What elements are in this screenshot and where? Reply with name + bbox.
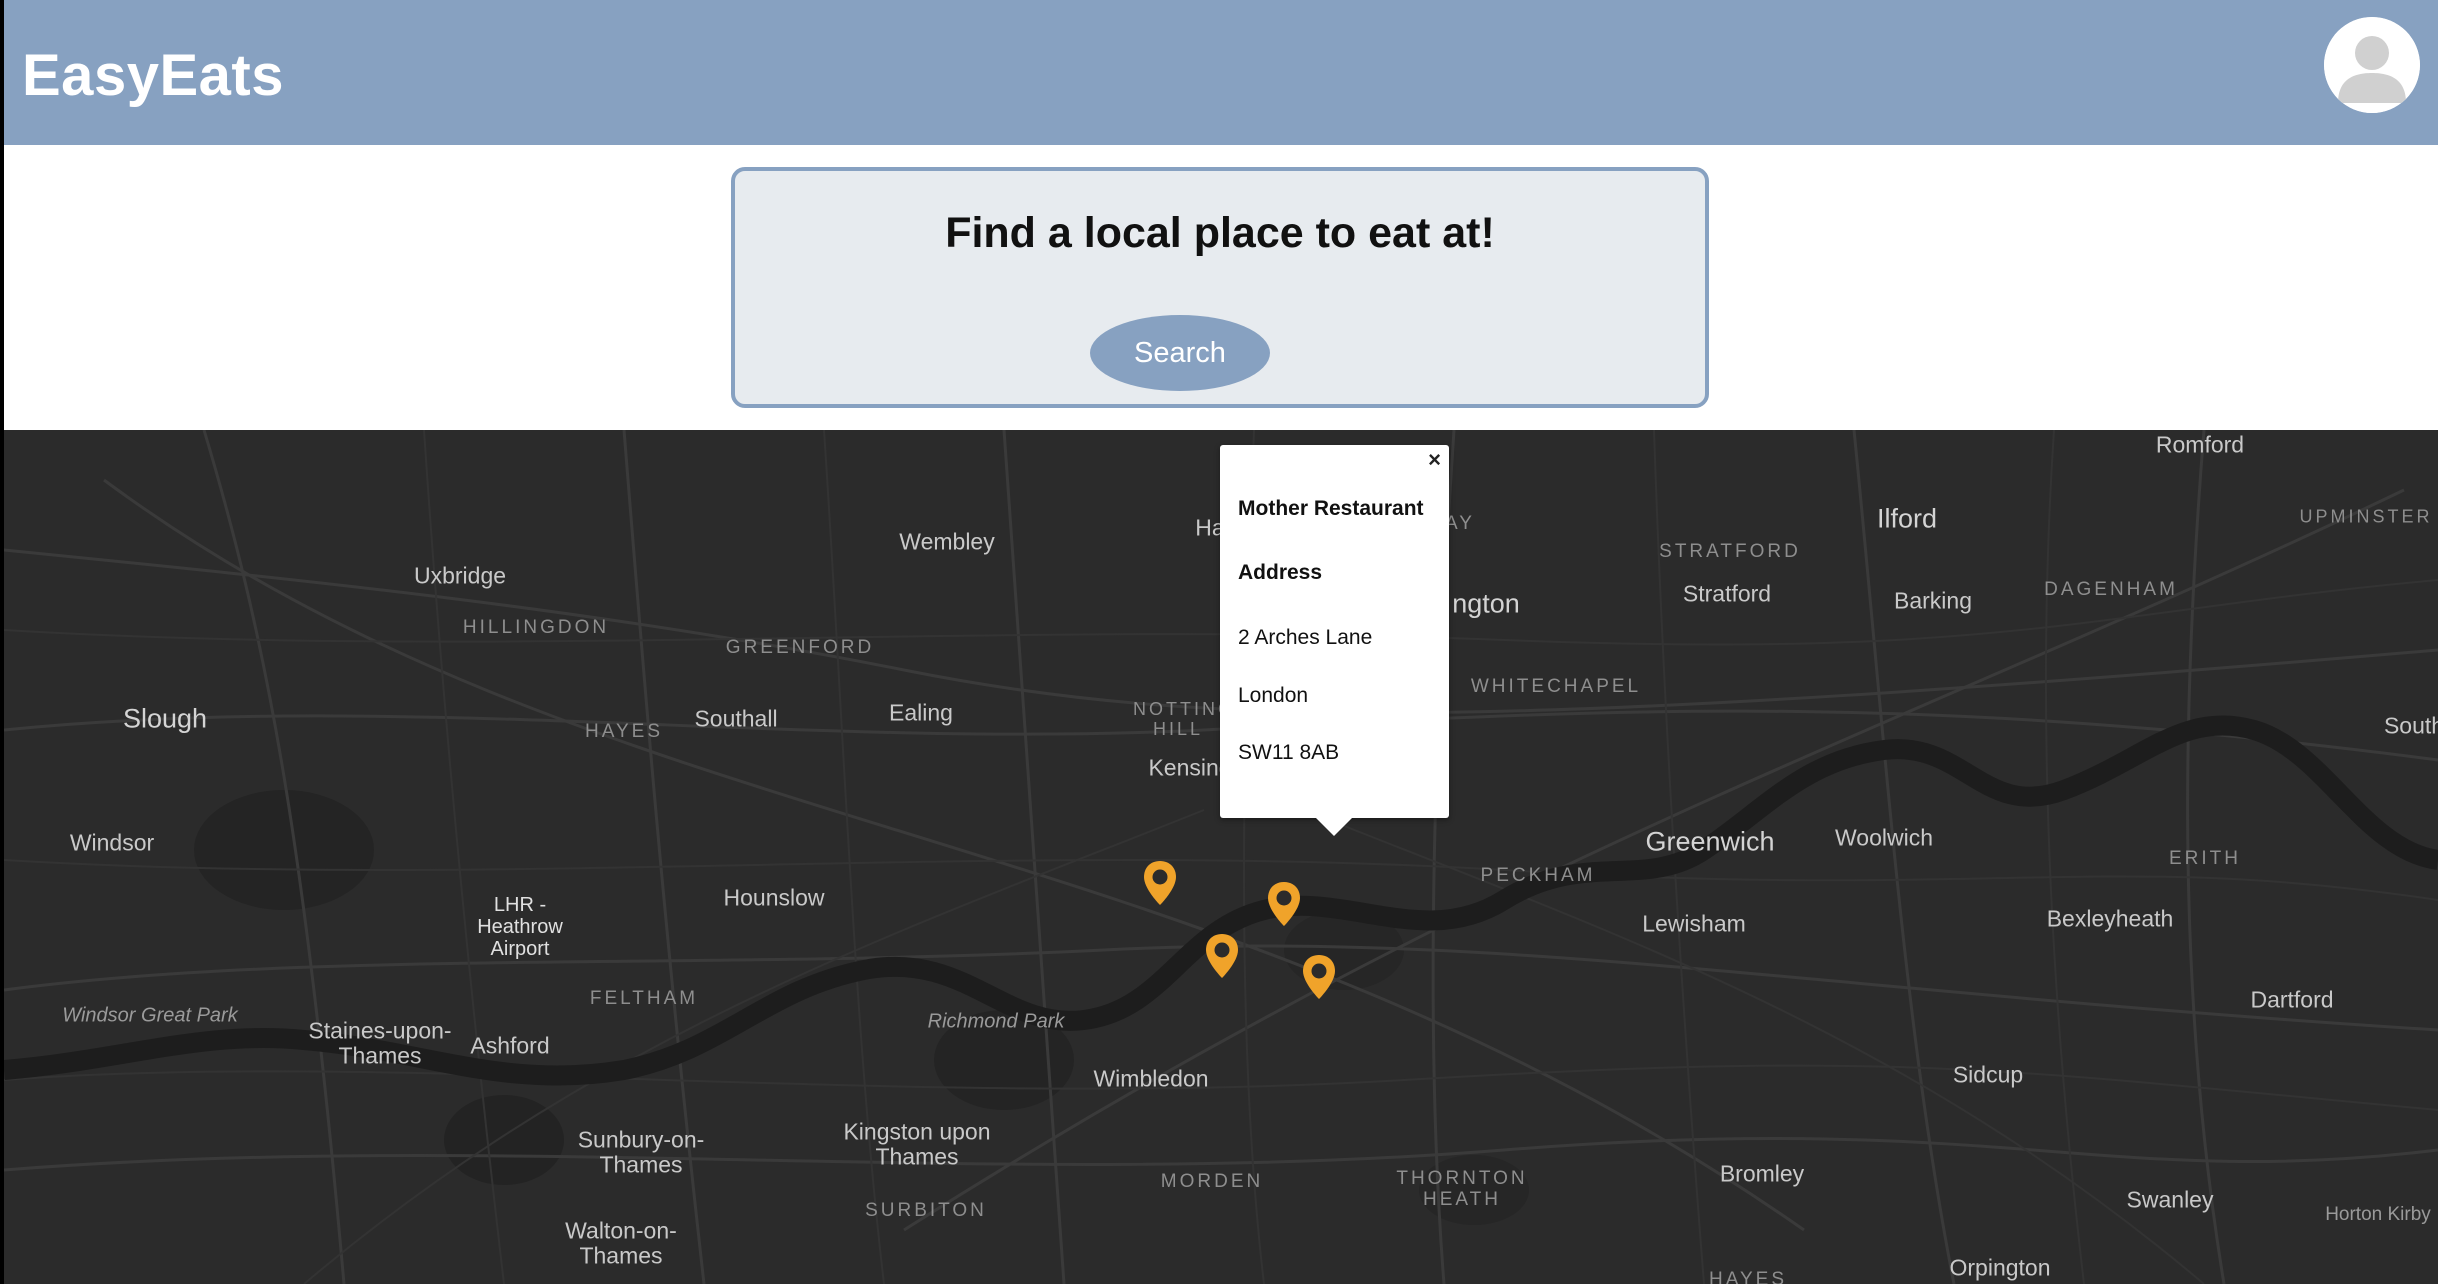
map-label-romford: Romford	[2155, 431, 2245, 458]
map-label-stratford: Stratford	[1682, 580, 1772, 607]
map-label-walton: Walton-on-Thames	[565, 1217, 677, 1269]
map-label-upminster: UPMINSTER	[2299, 506, 2433, 527]
popup-postcode: SW11 8AB	[1238, 741, 1340, 764]
map-label-notting-hill: NOTTING HILL	[1133, 699, 1235, 739]
map-label-barking: Barking	[1894, 587, 1972, 614]
location-pin-icon[interactable]	[1300, 953, 1338, 1003]
map-label-hillingdon: HILLINGDON	[462, 617, 610, 638]
map-label-ashford: Ashford	[470, 1032, 550, 1059]
search-button[interactable]: Search	[1090, 315, 1270, 391]
map-label-surbiton: SURBITON	[865, 1200, 987, 1221]
map-label-staines: Staines-upon-Thames	[308, 1017, 452, 1069]
location-pin-icon[interactable]	[1265, 880, 1303, 930]
map-label-erith: ERITH	[2169, 848, 2241, 869]
map-label-swanley: Swanley	[2126, 1186, 2214, 1213]
restaurant-popup: × Mother Restaurant Address 2 Arches Lan…	[1220, 445, 1449, 836]
map-label-south: South	[2383, 712, 2438, 739]
map-label-sidcup: Sidcup	[1952, 1061, 2024, 1088]
map-label-woolwich: Woolwich	[1835, 824, 1933, 851]
popup-address-heading: Address	[1238, 561, 1323, 584]
map-label-kingston: Kingston upon Thames	[843, 1118, 991, 1170]
map-label-greenford: GREENFORD	[725, 637, 875, 658]
map-label-peckham: PECKHAM	[1480, 865, 1596, 886]
map-label-thornton-heath: THORNTON HEATH	[1396, 1168, 1528, 1210]
map-label-feltham: FELTHAM	[589, 988, 699, 1009]
search-title: Find a local place to eat at!	[945, 209, 1495, 257]
map-label-greenwich: Greenwich	[1645, 826, 1775, 857]
map-label-wembley: Wembley	[899, 528, 995, 555]
location-pin-icon[interactable]	[1141, 859, 1179, 909]
map-label-stratford-district: STRATFORD	[1659, 541, 1801, 562]
map-label-horton-kirby: Horton Kirby	[2325, 1204, 2431, 1225]
popup-restaurant-name: Mother Restaurant	[1238, 497, 1424, 520]
popup-street: 2 Arches Lane	[1238, 626, 1373, 649]
map-label-dagenham: DAGENHAM	[2044, 579, 2178, 600]
map-label-bexleyheath: Bexleyheath	[2046, 905, 2174, 932]
user-avatar-icon[interactable]	[2324, 17, 2420, 113]
map-label-morden: MORDEN	[1160, 1171, 1264, 1192]
app-logo[interactable]: EasyEats	[22, 42, 284, 109]
search-panel: Find a local place to eat at! Search	[731, 167, 1709, 408]
map-label-bromley: Bromley	[1719, 1160, 1805, 1187]
map-label-slough: Slough	[122, 703, 208, 734]
map-label-lewisham: Lewisham	[1642, 910, 1746, 937]
map-label-ay-partial: AY	[1445, 513, 1475, 534]
app-header: EasyEats	[4, 0, 2438, 145]
map-label-uxbridge: Uxbridge	[413, 562, 507, 589]
map-label-dartford: Dartford	[2250, 986, 2334, 1013]
map-label-sunbury: Sunbury-on-Thames	[577, 1126, 705, 1178]
map-label-heathrow: LHR - Heathrow Airport	[477, 894, 563, 960]
map-label-islington-partial: ngton	[1452, 588, 1520, 619]
map-label-windsor-great-park: Windsor Great Park	[62, 1004, 238, 1027]
map-label-southall: Southall	[694, 705, 778, 732]
location-pin-icon[interactable]	[1203, 932, 1241, 982]
map-label-hayes: HAYES	[584, 721, 664, 742]
map-label-ilford: Ilford	[1876, 503, 1938, 534]
map-label-hayes-south: HAYES	[1708, 1269, 1788, 1284]
map-label-hounslow: Hounslow	[723, 884, 825, 911]
map-label-wimbledon: Wimbledon	[1093, 1065, 1209, 1092]
map-label-whitechapel: WHITECHAPEL	[1470, 676, 1642, 697]
close-icon[interactable]: ×	[1428, 449, 1441, 471]
map-label-orpington: Orpington	[1949, 1254, 2051, 1281]
popup-city: London	[1238, 684, 1309, 707]
map-label-richmond-park: Richmond Park	[927, 1010, 1065, 1033]
map-label-ealing: Ealing	[889, 699, 953, 726]
map-label-windsor: Windsor	[69, 829, 155, 856]
